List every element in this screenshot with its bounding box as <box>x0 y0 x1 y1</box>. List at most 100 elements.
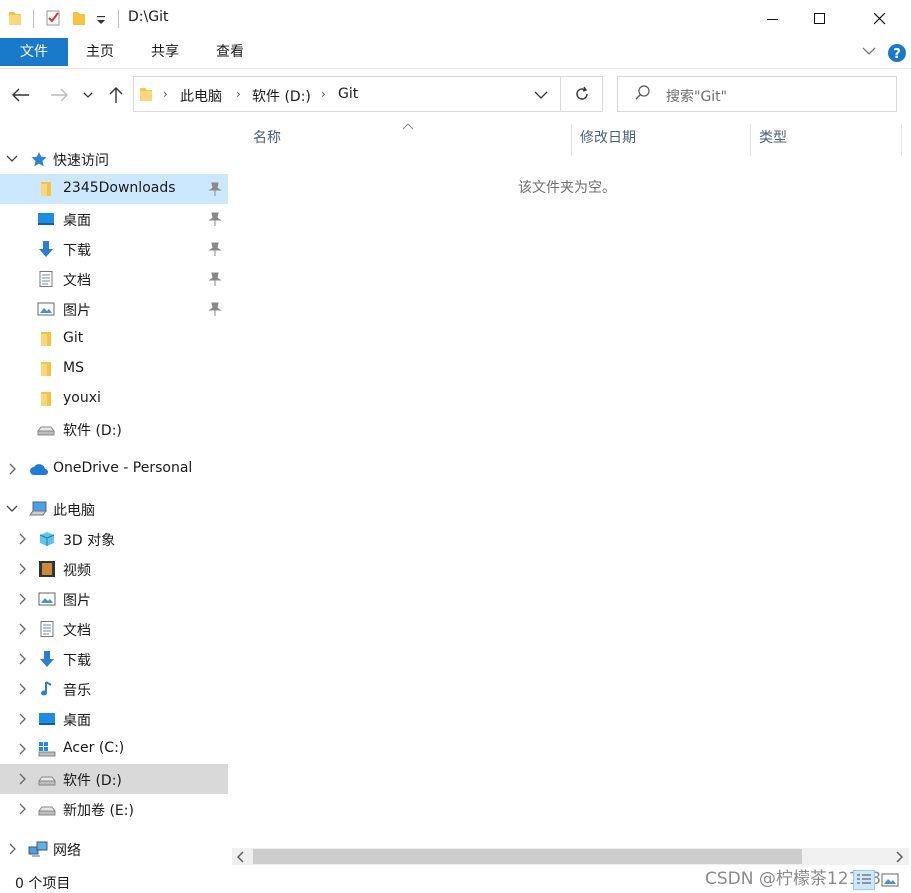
help-icon[interactable]: ? <box>887 43 907 63</box>
chevron-right-icon[interactable]: › <box>163 87 168 101</box>
chevron-right-icon[interactable] <box>15 741 29 757</box>
nav-item-ms[interactable]: MS <box>0 354 228 384</box>
film-icon <box>39 561 55 577</box>
nav-label: Acer (C:) <box>63 740 125 756</box>
svg-text:?: ? <box>893 47 901 62</box>
breadcrumb-git[interactable]: Git <box>338 86 358 102</box>
customize-quick-access-icon[interactable] <box>96 14 106 26</box>
pin-icon[interactable] <box>208 211 222 227</box>
chevron-right-icon[interactable] <box>15 621 29 637</box>
nav-label: MS <box>63 360 84 376</box>
nav-item-videos[interactable]: 视频 <box>0 554 228 584</box>
chevron-right-icon[interactable]: › <box>321 87 326 101</box>
chevron-right-icon[interactable] <box>15 591 29 607</box>
search-box[interactable] <box>617 76 897 112</box>
nav-item-documents-pc[interactable]: 文档 <box>0 614 228 644</box>
close-button[interactable] <box>857 0 903 38</box>
chevron-down-icon[interactable] <box>862 46 876 56</box>
tab-view[interactable]: 查看 <box>202 38 258 66</box>
nav-item-downloads[interactable]: 下载 <box>0 234 228 264</box>
nav-item-drive-c[interactable]: Acer (C:) <box>0 734 228 764</box>
nav-label: 软件 (D:) <box>63 773 122 789</box>
cube-icon <box>39 532 55 546</box>
chevron-right-icon[interactable] <box>15 531 29 547</box>
close-icon <box>874 13 886 25</box>
refresh-button[interactable] <box>561 76 603 112</box>
recent-locations-button[interactable] <box>78 80 98 110</box>
scroll-left-icon[interactable] <box>236 851 246 863</box>
back-button[interactable] <box>8 80 34 110</box>
forward-button[interactable] <box>46 80 72 110</box>
search-input[interactable]: 搜索"Git" <box>666 86 727 106</box>
nav-label: 桌面 <box>63 713 91 729</box>
column-divider[interactable] <box>750 124 751 156</box>
breadcrumb-drive-d[interactable]: 软件 (D:) <box>252 86 311 106</box>
nav-item-drive-e[interactable]: 新加卷 (E:) <box>0 794 228 824</box>
folder-icon <box>41 362 51 376</box>
pin-icon[interactable] <box>208 241 222 257</box>
nav-label: 图片 <box>63 303 91 319</box>
folder-icon <box>41 392 51 406</box>
column-header-type[interactable]: 类型 <box>759 127 787 155</box>
status-item-count: 0 个项目 <box>15 876 71 892</box>
nav-item-music[interactable]: 音乐 <box>0 674 228 704</box>
large-icons-view-icon[interactable] <box>879 870 901 890</box>
column-divider[interactable] <box>571 124 572 156</box>
maximize-button[interactable] <box>797 0 843 38</box>
nav-network[interactable]: 网络 <box>0 834 228 864</box>
drive-icon <box>38 806 56 816</box>
chevron-right-icon[interactable] <box>15 561 29 577</box>
window-title: D:\Git <box>128 9 169 25</box>
properties-icon[interactable] <box>45 9 61 27</box>
nav-item-documents[interactable]: 文档 <box>0 264 228 294</box>
chevron-right-icon[interactable] <box>15 651 29 667</box>
nav-item-desktop-pc[interactable]: 桌面 <box>0 704 228 734</box>
up-button[interactable] <box>103 80 129 110</box>
new-folder-icon[interactable] <box>71 9 87 27</box>
chevron-right-icon[interactable] <box>5 841 19 857</box>
column-header-date[interactable]: 修改日期 <box>580 127 636 155</box>
nav-item-pictures[interactable]: 图片 <box>0 294 228 324</box>
pin-icon[interactable] <box>208 271 222 287</box>
column-divider[interactable] <box>901 124 902 156</box>
nav-label: 网络 <box>53 843 81 859</box>
scroll-right-icon[interactable] <box>894 851 904 863</box>
nav-item-drive-d-quick[interactable]: 软件 (D:) <box>0 414 228 444</box>
minimize-button[interactable] <box>750 0 796 38</box>
scrollbar-thumb[interactable] <box>253 849 802 864</box>
breadcrumb-this-pc[interactable]: 此电脑 <box>180 86 222 106</box>
chevron-right-icon[interactable] <box>15 801 29 817</box>
pin-icon[interactable] <box>208 301 222 317</box>
chevron-down-icon <box>83 92 93 98</box>
refresh-icon <box>575 86 588 100</box>
chevron-right-icon[interactable]: › <box>236 87 241 101</box>
tab-home[interactable]: 主页 <box>72 38 128 66</box>
nav-onedrive[interactable]: OneDrive - Personal <box>0 454 228 484</box>
nav-item-downloads-pc[interactable]: 下载 <box>0 644 228 674</box>
nav-item-pictures-pc[interactable]: 图片 <box>0 584 228 614</box>
nav-item-drive-d[interactable]: 软件 (D:) <box>0 764 228 794</box>
nav-label: 快速访问 <box>53 153 109 169</box>
column-header-name[interactable]: 名称 <box>253 127 281 155</box>
nav-label: 音乐 <box>63 683 91 699</box>
nav-this-pc[interactable]: 此电脑 <box>0 494 228 524</box>
chevron-right-icon[interactable] <box>15 771 29 787</box>
nav-item-desktop[interactable]: 桌面 <box>0 204 228 234</box>
nav-item-youxi[interactable]: youxi <box>0 384 228 414</box>
nav-item-2345downloads[interactable]: 2345Downloads <box>0 174 228 204</box>
tab-share[interactable]: 共享 <box>137 38 193 66</box>
chevron-right-icon[interactable] <box>5 461 19 477</box>
tab-file[interactable]: 文件 <box>0 38 68 66</box>
star-icon <box>31 152 47 167</box>
nav-item-3d-objects[interactable]: 3D 对象 <box>0 524 228 554</box>
nav-quick-access[interactable]: 快速访问 <box>0 144 228 174</box>
chevron-right-icon[interactable] <box>15 711 29 727</box>
details-view-icon[interactable] <box>853 870 875 890</box>
nav-item-git[interactable]: Git <box>0 324 228 354</box>
desktop-icon <box>38 213 54 225</box>
chevron-down-icon[interactable] <box>5 501 19 517</box>
address-dropdown-icon[interactable] <box>534 90 548 100</box>
chevron-right-icon[interactable] <box>15 681 29 697</box>
pin-icon[interactable] <box>208 181 222 197</box>
chevron-down-icon[interactable] <box>5 151 19 167</box>
